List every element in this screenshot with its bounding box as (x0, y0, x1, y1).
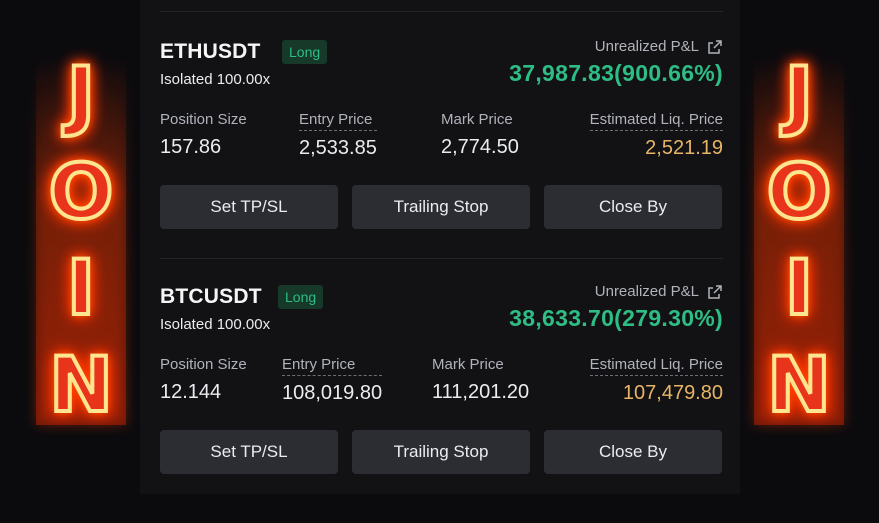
overlay-letter: N (765, 339, 833, 429)
pnl-label-text: Unrealized P&L (594, 38, 699, 55)
mark-price-label: Mark Price (441, 111, 513, 128)
liq-price: Estimated Liq. Price 2,521.19 (589, 111, 723, 160)
unrealized-pnl-label: Unrealized P&L (595, 283, 723, 300)
set-tpsl-button[interactable]: Set TP/SL (160, 185, 338, 229)
divider (160, 258, 723, 259)
side-badge: Long (282, 40, 328, 64)
overlay-letter: O (47, 146, 116, 236)
pnl-label-text: Unrealized P&L (594, 283, 699, 300)
position-size: Position Size 157.86 (160, 111, 247, 159)
unrealized-pnl-value: 37,987.83(900.66%) (509, 60, 723, 86)
liq-price-value: 2,521.19 (645, 137, 723, 159)
mark-price: Mark Price 111,201.20 (432, 356, 529, 404)
position-card-ethusdt: ETHUSDT Long Isolated 100.00x Unrealized… (160, 38, 723, 278)
unrealized-pnl-value: 38,633.70(279.30%) (509, 305, 723, 331)
trailing-stop-button[interactable]: Trailing Stop (352, 185, 530, 229)
join-overlay-right: J O I N (754, 50, 844, 429)
position-size-label: Position Size (160, 111, 247, 128)
symbol-label[interactable]: BTCUSDT (160, 285, 262, 309)
side-badge: Long (278, 285, 324, 309)
liq-price-label[interactable]: Estimated Liq. Price (589, 111, 723, 131)
margin-mode[interactable]: Isolated 100.00x (160, 71, 270, 88)
mark-price-value: 2,774.50 (441, 136, 519, 158)
position-size: Position Size 12.144 (160, 356, 247, 404)
overlay-letter: J (65, 50, 97, 139)
entry-price: Entry Price 108,019.80 (282, 356, 383, 405)
mark-price-label: Mark Price (432, 356, 504, 373)
entry-price-value: 108,019.80 (282, 382, 383, 404)
liq-price-value: 107,479.80 (622, 382, 723, 404)
margin-mode[interactable]: Isolated 100.00x (160, 316, 270, 333)
entry-price: Entry Price 2,533.85 (299, 111, 377, 160)
trailing-stop-button[interactable]: Trailing Stop (352, 430, 530, 474)
liq-price-label[interactable]: Estimated Liq. Price (589, 356, 723, 376)
overlay-letter: I (65, 243, 97, 333)
liq-price: Estimated Liq. Price 107,479.80 (589, 356, 723, 405)
share-icon[interactable] (707, 39, 723, 55)
join-overlay-left: J O I N (36, 50, 126, 429)
position-size-value: 157.86 (160, 136, 222, 158)
entry-price-label[interactable]: Entry Price (282, 356, 383, 376)
mark-price-value: 111,201.20 (432, 381, 530, 403)
overlay-letter: J (783, 50, 815, 139)
entry-price-label[interactable]: Entry Price (299, 111, 377, 131)
overlay-letter: O (765, 146, 834, 236)
position-size-value: 12.144 (160, 381, 222, 403)
close-by-button[interactable]: Close By (544, 430, 722, 474)
unrealized-pnl-label: Unrealized P&L (595, 38, 723, 55)
position-card-btcusdt: BTCUSDT Long Isolated 100.00x Unrealized… (160, 283, 723, 523)
position-size-label: Position Size (160, 356, 247, 373)
entry-price-value: 2,533.85 (299, 137, 377, 159)
divider (160, 11, 723, 12)
symbol-label[interactable]: ETHUSDT (160, 40, 261, 64)
mark-price: Mark Price 2,774.50 (441, 111, 519, 159)
overlay-letter: I (783, 243, 815, 333)
set-tpsl-button[interactable]: Set TP/SL (160, 430, 338, 474)
close-by-button[interactable]: Close By (544, 185, 722, 229)
share-icon[interactable] (707, 284, 723, 300)
overlay-letter: N (47, 339, 115, 429)
